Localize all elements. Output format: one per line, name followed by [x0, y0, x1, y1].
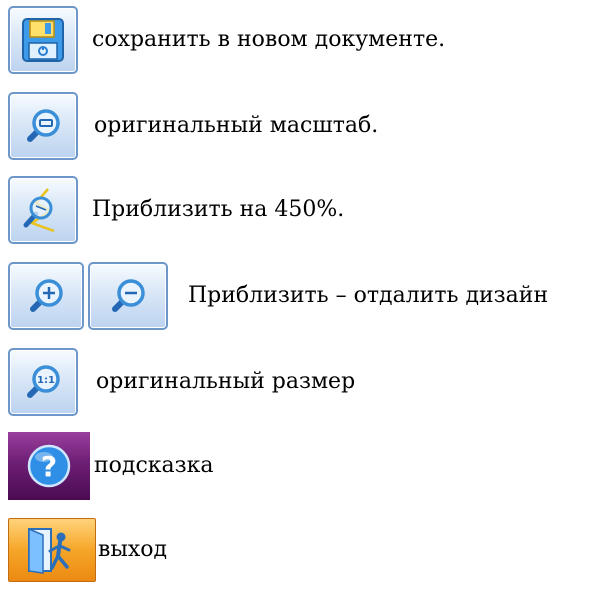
zoom-in-button[interactable] [8, 262, 84, 330]
zoom-button-group [8, 262, 168, 330]
zoom-450-button[interactable] [8, 176, 78, 244]
save-new-document-label: сохранить в новом документе. [92, 27, 446, 52]
legend-row-original-size: 1:1 оригинальный размер [8, 348, 355, 416]
zoom-out-icon [112, 279, 145, 312]
floppy-disk-icon [22, 18, 64, 62]
legend-row-zoom-in-out: Приблизить – отдалить дизайн [8, 262, 548, 330]
help-question-icon: ? [27, 444, 71, 488]
original-scale-label: оригинальный масштаб. [94, 113, 379, 138]
zoom-450-icon [23, 188, 55, 233]
zoom-in-out-label: Приблизить – отдалить дизайн [188, 283, 549, 308]
zoom-1-1-text: 1:1 [37, 375, 55, 386]
legend-row-zoom-450: Приблизить на 450%. [8, 176, 344, 244]
original-size-button[interactable]: 1:1 [8, 348, 78, 416]
help-button[interactable]: ? [8, 432, 90, 500]
help-label: подсказка [94, 453, 214, 478]
zoom-original-scale-icon [27, 109, 60, 142]
exit-label: выход [98, 537, 168, 562]
save-new-document-button[interactable] [8, 6, 78, 74]
exit-door-icon [28, 527, 71, 574]
original-size-label: оригинальный размер [96, 369, 356, 394]
zoom-1-1-icon: 1:1 [27, 365, 60, 398]
zoom-in-icon [30, 279, 63, 312]
legend-row-original-scale: оригинальный масштаб. [8, 92, 378, 160]
exit-button[interactable] [8, 518, 96, 582]
zoom-450-label: Приблизить на 450%. [92, 197, 345, 222]
zoom-out-button[interactable] [88, 262, 168, 330]
legend-row-help: ? подсказка [8, 432, 214, 500]
legend-row-save: сохранить в новом документе. [8, 6, 445, 74]
legend-row-exit: выход [8, 516, 167, 584]
help-question-mark: ? [41, 450, 57, 483]
original-scale-button[interactable] [8, 92, 78, 160]
